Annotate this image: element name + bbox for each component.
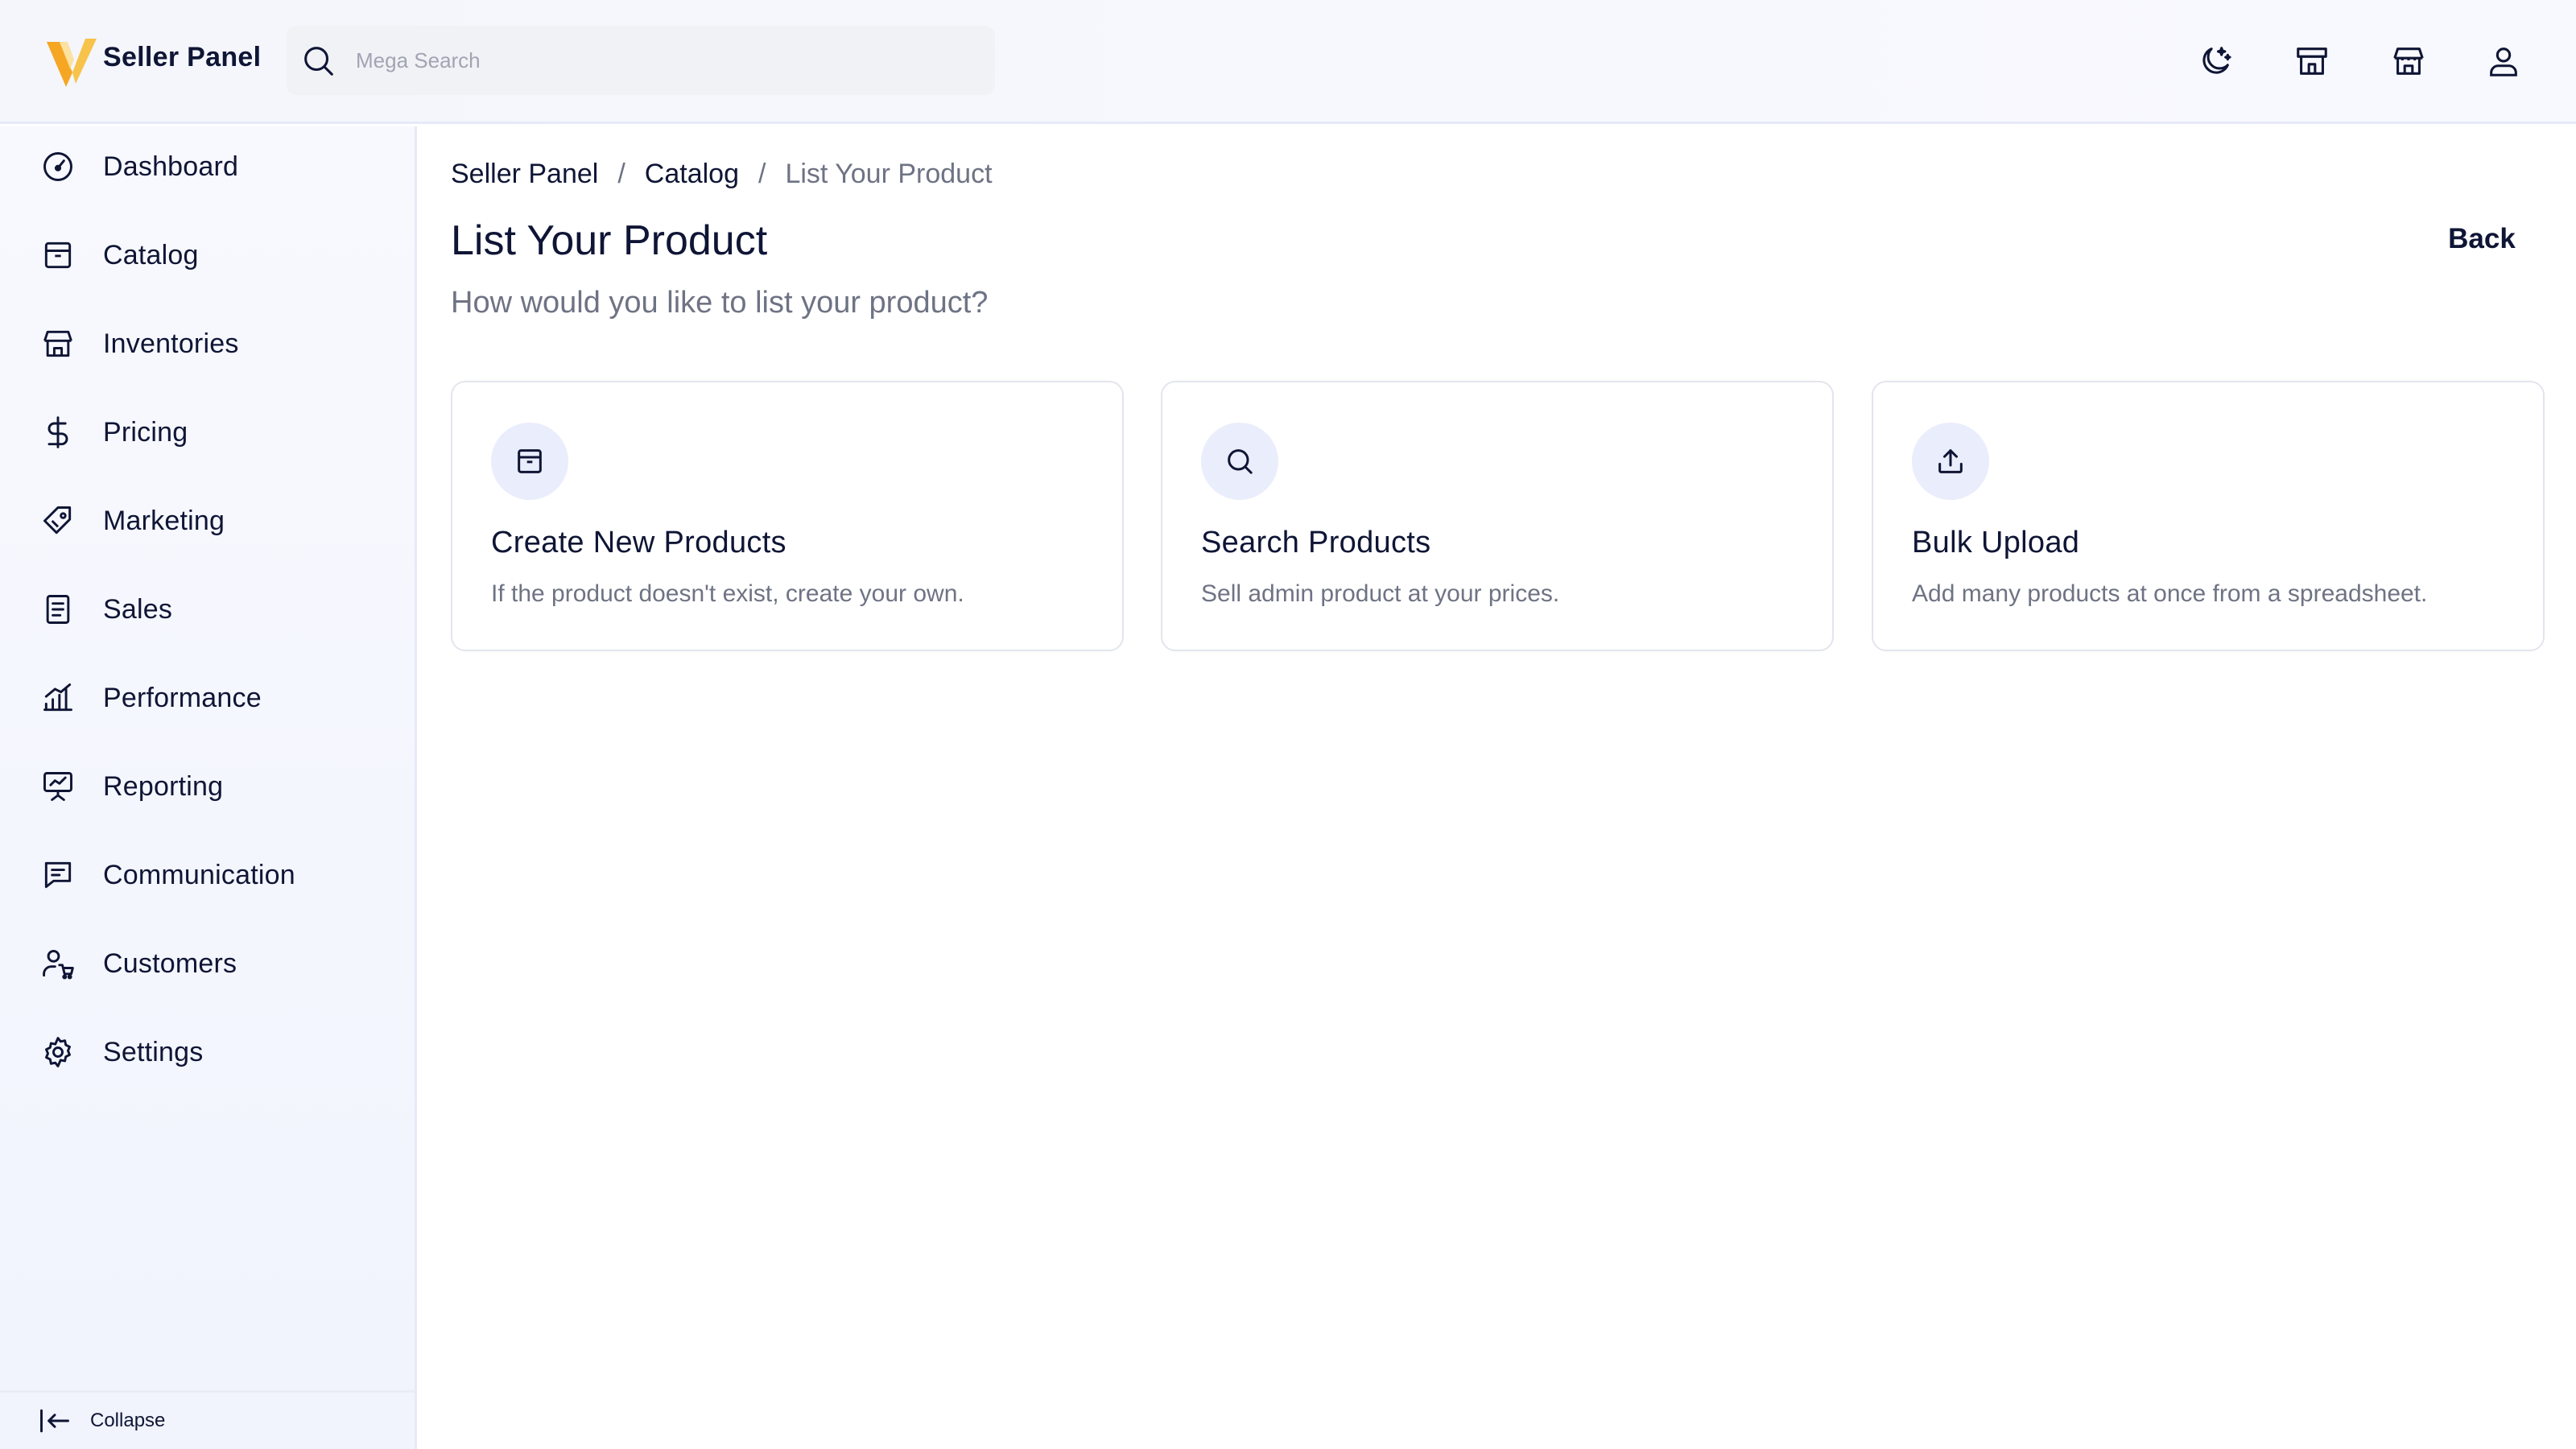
- dollar-icon: [39, 413, 77, 452]
- box-icon: [518, 449, 542, 473]
- sidebar-item-label: Communication: [103, 859, 295, 890]
- sidebar-item-label: Settings: [103, 1036, 204, 1067]
- sidebar-item-catalog[interactable]: Catalog: [0, 218, 415, 292]
- upload-icon: [1938, 449, 1963, 473]
- receipt-icon: [39, 590, 77, 629]
- page-title: List Your Product: [451, 217, 768, 264]
- sidebar-item-label: Pricing: [103, 416, 188, 448]
- dashboard-icon: [39, 147, 77, 186]
- create-new-products-card[interactable]: Create New Products If the product doesn…: [451, 381, 1124, 651]
- user-profile-button[interactable]: [2479, 37, 2528, 85]
- sidebar-item-customers[interactable]: Customers: [0, 927, 415, 1001]
- back-button[interactable]: Back: [2429, 213, 2534, 265]
- sidebar-collapse-button[interactable]: Collapse: [0, 1390, 415, 1449]
- sidebar-item-settings[interactable]: Settings: [0, 1015, 415, 1089]
- bar-chart-icon: [39, 679, 77, 717]
- card-icon-badge: [1201, 423, 1278, 500]
- warehouse-button[interactable]: [2384, 37, 2433, 85]
- breadcrumb-current: List Your Product: [785, 159, 993, 189]
- app-root: Seller Panel Mega Search Dashboard Catal…: [0, 0, 2576, 1449]
- store-icon: [2297, 47, 2327, 75]
- dark-mode-icon: [2202, 47, 2231, 74]
- sidebar-item-label: Catalog: [103, 239, 199, 270]
- top-header: Seller Panel: [0, 0, 2576, 124]
- sidebar: Dashboard Catalog Inventories Pricing Ma…: [0, 126, 417, 1449]
- sidebar-item-label: Performance: [103, 682, 262, 713]
- customer-icon: [39, 944, 77, 983]
- inventories-icon: [39, 324, 77, 363]
- brand-logo[interactable]: [43, 34, 100, 90]
- store-button[interactable]: [2288, 37, 2336, 85]
- sidebar-item-marketing[interactable]: Marketing: [0, 484, 415, 558]
- presentation-icon: [39, 767, 77, 806]
- message-icon: [39, 856, 77, 894]
- gear-icon: [39, 1033, 77, 1071]
- sidebar-item-dashboard[interactable]: Dashboard: [0, 130, 415, 204]
- breadcrumb-catalog[interactable]: Catalog: [645, 159, 739, 190]
- collapse-arrow-icon: [40, 1409, 69, 1433]
- card-description: If the product doesn't exist, create you…: [491, 580, 964, 607]
- catalog-icon: [39, 236, 77, 275]
- main-content: Seller Panel / Catalog / List Your Produ…: [417, 126, 2576, 1449]
- card-title: Search Products: [1201, 526, 1431, 559]
- breadcrumb-separator: /: [758, 159, 766, 189]
- card-icon-badge: [1912, 423, 1989, 500]
- dark-mode-button[interactable]: [2191, 37, 2240, 85]
- breadcrumb-seller-panel[interactable]: Seller Panel: [451, 159, 598, 190]
- mega-search-box[interactable]: [287, 26, 995, 95]
- sidebar-item-label: Inventories: [103, 328, 239, 359]
- sidebar-item-pricing[interactable]: Pricing: [0, 395, 415, 469]
- warehouse-icon: [2393, 47, 2424, 75]
- sidebar-item-label: Reporting: [103, 770, 224, 802]
- page-subtitle: How would you like to list your product?: [451, 286, 989, 320]
- sidebar-item-label: Sales: [103, 593, 173, 625]
- card-title: Create New Products: [491, 526, 786, 559]
- search-icon: [304, 47, 333, 76]
- sidebar-item-label: Marketing: [103, 505, 225, 536]
- sidebar-item-performance[interactable]: Performance: [0, 661, 415, 735]
- card-title: Bulk Upload: [1912, 526, 2080, 559]
- card-icon-badge: [491, 423, 568, 500]
- breadcrumb: Seller Panel / Catalog / List Your Produ…: [451, 159, 993, 190]
- user-icon: [2490, 47, 2517, 76]
- sidebar-item-communication[interactable]: Communication: [0, 838, 415, 912]
- bulk-upload-card[interactable]: Bulk Upload Add many products at once fr…: [1872, 381, 2545, 651]
- sidebar-item-label: Dashboard: [103, 151, 239, 182]
- collapse-label: Collapse: [90, 1410, 166, 1431]
- card-description: Add many products at once from a spreads…: [1912, 580, 2428, 607]
- tag-icon: [39, 502, 77, 540]
- sidebar-item-reporting[interactable]: Reporting: [0, 749, 415, 824]
- mega-search-input[interactable]: [356, 26, 984, 95]
- sidebar-item-inventories[interactable]: Inventories: [0, 307, 415, 381]
- search-products-card[interactable]: Search Products Sell admin product at yo…: [1161, 381, 1834, 651]
- sidebar-item-label: Customers: [103, 947, 237, 979]
- sidebar-item-sales[interactable]: Sales: [0, 572, 415, 646]
- card-description: Sell admin product at your prices.: [1201, 580, 1560, 607]
- breadcrumb-separator: /: [617, 159, 625, 189]
- brand-name: Seller Panel: [103, 42, 262, 72]
- search-icon: [1228, 449, 1253, 474]
